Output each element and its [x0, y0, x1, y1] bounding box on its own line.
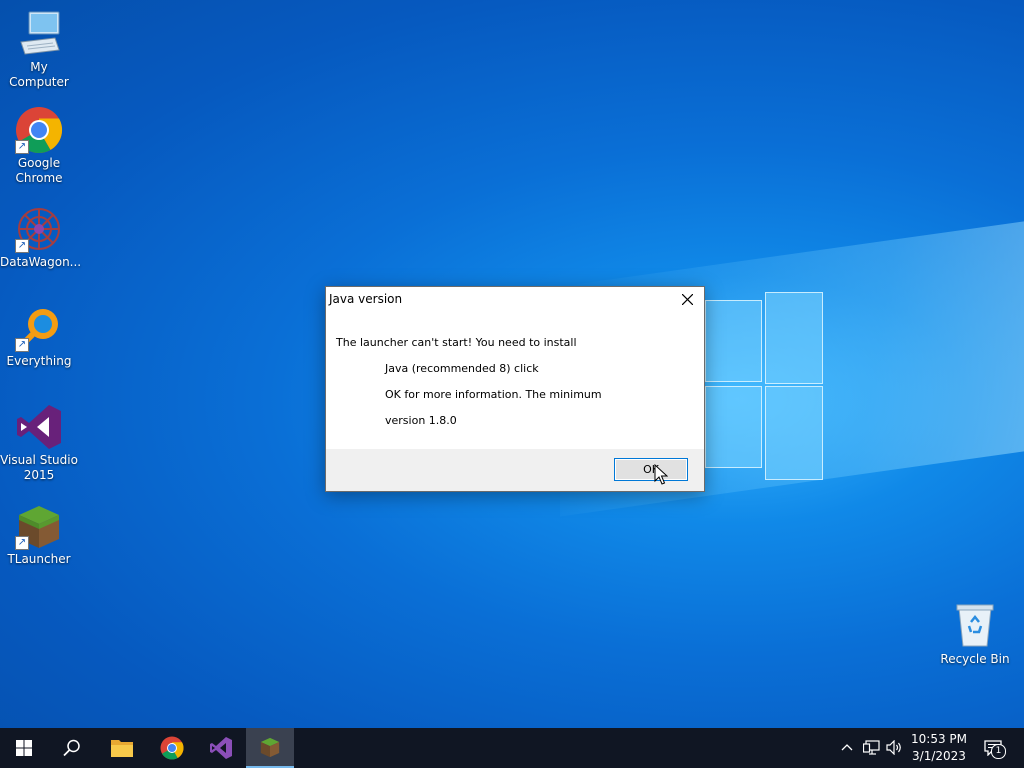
taskbar-file-explorer[interactable]	[98, 728, 146, 768]
chrome-icon: ↗	[15, 106, 63, 154]
action-center-button[interactable]: 1	[980, 728, 1010, 768]
desktop-icon-tlauncher[interactable]: ↗ TLauncher	[0, 502, 78, 567]
clock-time: 10:53 PM	[911, 732, 967, 746]
recycle-bin-icon	[951, 602, 999, 650]
dialog-message-line: The launcher can't start! You need to in…	[336, 336, 577, 349]
desktop-icon-label: Google Chrome	[15, 156, 63, 185]
desktop-icon-datawagon[interactable]: ↗ DataWagon...	[0, 205, 82, 270]
shortcut-arrow-icon: ↗	[15, 338, 29, 352]
magnifier-icon: ↗	[15, 304, 63, 352]
dialog-message-line: Java (recommended 8) click	[385, 362, 539, 375]
desktop-icon-visual-studio[interactable]: Visual Studio 2015	[0, 403, 78, 483]
search-button[interactable]	[48, 728, 96, 768]
desktop-icon-my-computer[interactable]: My Computer	[0, 10, 78, 90]
close-button[interactable]	[672, 287, 704, 313]
desktop-icon-label: My Computer	[9, 60, 69, 89]
speaker-icon	[886, 740, 901, 755]
desktop-icon-label: Everything	[6, 354, 72, 368]
taskbar-chrome[interactable]	[148, 728, 196, 768]
close-icon	[682, 294, 693, 305]
desktop-icon-label: Recycle Bin	[940, 652, 1010, 666]
file-explorer-icon	[111, 740, 133, 757]
desktop-icon-recycle-bin[interactable]: Recycle Bin	[936, 602, 1014, 667]
shortcut-arrow-icon: ↗	[15, 239, 29, 253]
network-button[interactable]	[860, 728, 882, 768]
chevron-up-icon	[841, 744, 853, 751]
taskbar-visual-studio[interactable]	[197, 728, 245, 768]
dialog-message-line: version 1.8.0	[385, 414, 457, 427]
ok-button[interactable]: OK	[614, 458, 688, 481]
dialog-title: Java version	[329, 292, 403, 306]
notification-count-badge: 1	[991, 744, 1006, 759]
mouse-cursor-icon	[654, 464, 668, 485]
dialog-message-line: OK for more information. The minimum	[385, 388, 602, 401]
volume-button[interactable]	[884, 728, 904, 768]
wallpaper-windows-logo	[705, 290, 823, 480]
taskbar-clock[interactable]: 10:53 PM 3/1/2023	[906, 731, 972, 765]
java-version-dialog: Java version The launcher can't start! Y…	[325, 286, 705, 492]
desktop-icon-label: TLauncher	[7, 552, 71, 566]
shortcut-arrow-icon: ↗	[15, 536, 29, 550]
desktop-icon-label: DataWagon...	[0, 255, 82, 269]
visual-studio-icon	[210, 737, 232, 759]
start-button[interactable]	[0, 728, 48, 768]
start-icon	[16, 740, 32, 756]
clock-date: 3/1/2023	[912, 749, 966, 763]
visual-studio-icon	[15, 403, 63, 451]
dialog-button-bar: OK	[326, 449, 704, 491]
computer-icon	[15, 10, 63, 58]
search-icon	[63, 739, 80, 757]
taskbar: 10:53 PM 3/1/2023 1	[0, 728, 1024, 768]
desktop-icon-google-chrome[interactable]: ↗ Google Chrome	[0, 106, 78, 186]
network-icon	[863, 740, 880, 755]
desktop-icon-everything[interactable]: ↗ Everything	[0, 304, 78, 369]
taskbar-tlauncher[interactable]	[246, 728, 294, 768]
tlauncher-icon	[260, 737, 280, 758]
shortcut-arrow-icon: ↗	[15, 140, 29, 154]
dialog-titlebar[interactable]: Java version	[326, 287, 704, 313]
datawagon-icon: ↗	[15, 205, 63, 253]
desktop-icon-label: Visual Studio 2015	[0, 453, 78, 482]
chrome-icon	[160, 736, 184, 760]
show-hidden-icons-button[interactable]	[838, 728, 856, 768]
grass-block-icon: ↗	[15, 502, 63, 550]
